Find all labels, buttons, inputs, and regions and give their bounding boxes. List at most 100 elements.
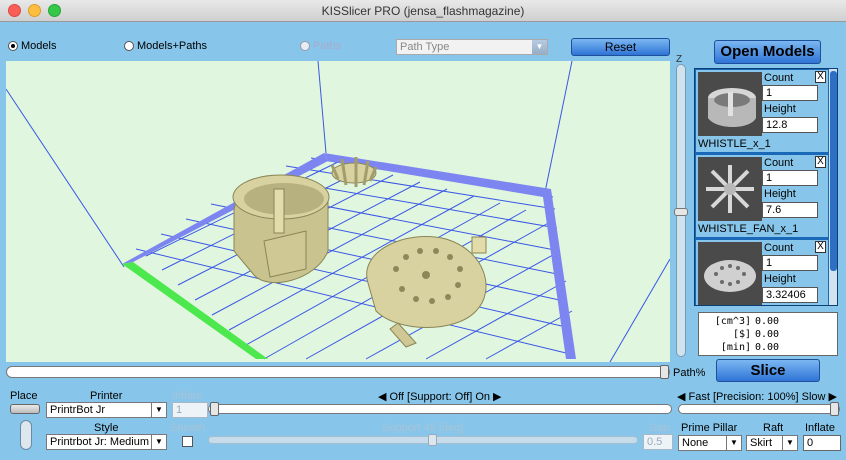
prime-pillar-select[interactable]: None ▼ [678,435,742,451]
dropdown-arrow-icon: ▼ [532,40,547,54]
height-input[interactable]: 3.32406 [762,287,818,303]
whistle-thumbnail-icon [698,72,762,136]
precision-text: Fast [Precision: 100%] Slow [688,391,826,403]
radio-paths-label: Paths [313,40,342,52]
model-thumbnail[interactable] [698,242,762,305]
place-toggle[interactable] [20,420,32,450]
count-label: Count [764,242,794,254]
fan-thumbnail-icon [698,157,762,221]
dropdown-arrow-icon: ▼ [782,436,797,450]
prime-pillar-label: Prime Pillar [681,422,738,434]
radio-models-paths-label: Models+Paths [137,40,208,52]
path-type-value: Path Type [400,41,450,53]
model-list-scroll-thumb[interactable] [830,71,837,271]
dropdown-arrow-icon: ▼ [151,435,166,449]
stat-unit: [$] [732,329,751,340]
model-name: WHISTLE_x_1 [698,138,771,150]
support-angle-label: Support 45 [deg] [382,422,464,434]
stat-unit: [min] [720,342,751,353]
raft-label: Raft [763,422,784,434]
precision-label: ◀ Fast [Precision: 100%] Slow ▶ [677,391,837,403]
plate-thumbnail-icon [698,242,762,305]
place-button[interactable] [10,404,40,414]
raft-value: Skirt [750,437,772,449]
model-card: Count X 1 Height 7.6 WHISTLE_FAN_x_1 [696,155,828,237]
height-input[interactable]: 7.6 [762,202,818,218]
title-bar: KISSlicer PRO (jensa_flashmagazine) [0,0,846,22]
dropdown-arrow-icon: ▼ [151,403,166,417]
model-base-plate [366,236,487,348]
window-title: KISSlicer PRO (jensa_flashmagazine) [321,4,525,18]
prime-pillar-value: None [682,437,709,449]
style-label: Style [94,422,119,434]
radio-dot[interactable] [8,41,18,51]
stat-row: [min] 0.00 [703,341,833,354]
z-slider-thumb[interactable] [674,208,688,216]
remove-model-button[interactable]: X [815,156,826,168]
remove-model-button[interactable]: X [815,71,826,83]
sheath-checkbox[interactable] [182,436,193,447]
stat-value: 0.00 [755,316,780,327]
radio-models-paths[interactable]: Models+Paths [124,40,207,52]
style-select[interactable]: Printrbot Jr: Medium ▼ [46,434,167,450]
stat-row: [cm^3] 0.00 [703,315,833,328]
support-toggle-label: ◀ Off [Support: Off] On ▶ [378,391,502,403]
path-percent-thumb[interactable] [660,365,669,379]
build-plate-view [6,61,670,362]
model-thumbnail[interactable] [698,72,762,136]
count-input[interactable]: 1 [762,255,818,271]
height-input[interactable]: 12.8 [762,117,818,133]
support-slider-thumb[interactable] [210,402,219,416]
stat-value: 0.00 [755,329,780,340]
reset-button[interactable]: Reset [571,38,670,56]
support-angle-thumb[interactable] [428,434,437,446]
count-label: Count [764,72,794,84]
inflate-top-input[interactable]: 1 [172,402,208,418]
printer-select[interactable]: PrintrBot Jr ▼ [46,402,167,418]
open-models-button[interactable]: Open Models [714,40,821,64]
height-label: Height [764,273,796,285]
printer-value: PrintrBot Jr [50,404,106,416]
precision-slider[interactable] [678,404,840,414]
precision-slider-thumb[interactable] [830,402,839,416]
3d-viewport[interactable] [6,61,670,362]
model-whistle [232,174,330,283]
stat-unit: [cm^3] [714,316,751,327]
model-list: Count X 1 Height 12.8 WHISTLE_x_1 Count … [694,68,838,306]
radio-models[interactable]: Models [8,40,56,52]
radio-models-label: Models [21,40,57,52]
inflate-label: Inflate [805,422,835,434]
model-thumbnail[interactable] [698,157,762,221]
height-label: Height [764,103,796,115]
path-type-select[interactable]: Path Type ▼ [396,39,548,55]
sheath-label: Sheath [170,422,205,434]
support-angle-slider[interactable] [208,436,638,444]
count-input[interactable]: 1 [762,85,818,101]
radio-paths[interactable]: Paths [300,40,341,52]
inflate-top-label: Inflate [172,390,202,402]
model-card: Count X 1 Height 12.8 WHISTLE_x_1 [696,70,828,152]
raft-select[interactable]: Skirt ▼ [746,435,798,451]
inflate-input[interactable]: 0 [803,435,841,451]
printer-label: Printer [90,390,123,402]
remove-model-button[interactable]: X [815,241,826,253]
support-slider[interactable] [208,404,672,414]
style-value: Printrbot Jr: Medium [50,436,150,448]
model-card: Count X 1 Height 3.32406 [696,240,828,305]
slice-button[interactable]: Slice [716,359,820,382]
radio-dot[interactable] [300,41,310,51]
dropdown-arrow-icon: ▼ [726,436,741,450]
radio-dot[interactable] [124,41,134,51]
place-label: Place [10,390,38,402]
support-toggle-text: Off [Support: Off] On [389,391,490,403]
count-input[interactable]: 1 [762,170,818,186]
gap-label: Gap [649,422,670,434]
print-stats: [cm^3] 0.00 [$] 0.00 [min] 0.00 [698,312,838,356]
height-label: Height [764,188,796,200]
stat-value: 0.00 [755,342,780,353]
model-name: WHISTLE_FAN_x_1 [698,223,799,235]
gap-input[interactable]: 0.5 [643,434,673,450]
count-label: Count [764,157,794,169]
path-percent-slider[interactable] [6,366,670,378]
path-percent-label: Path% [673,367,706,379]
